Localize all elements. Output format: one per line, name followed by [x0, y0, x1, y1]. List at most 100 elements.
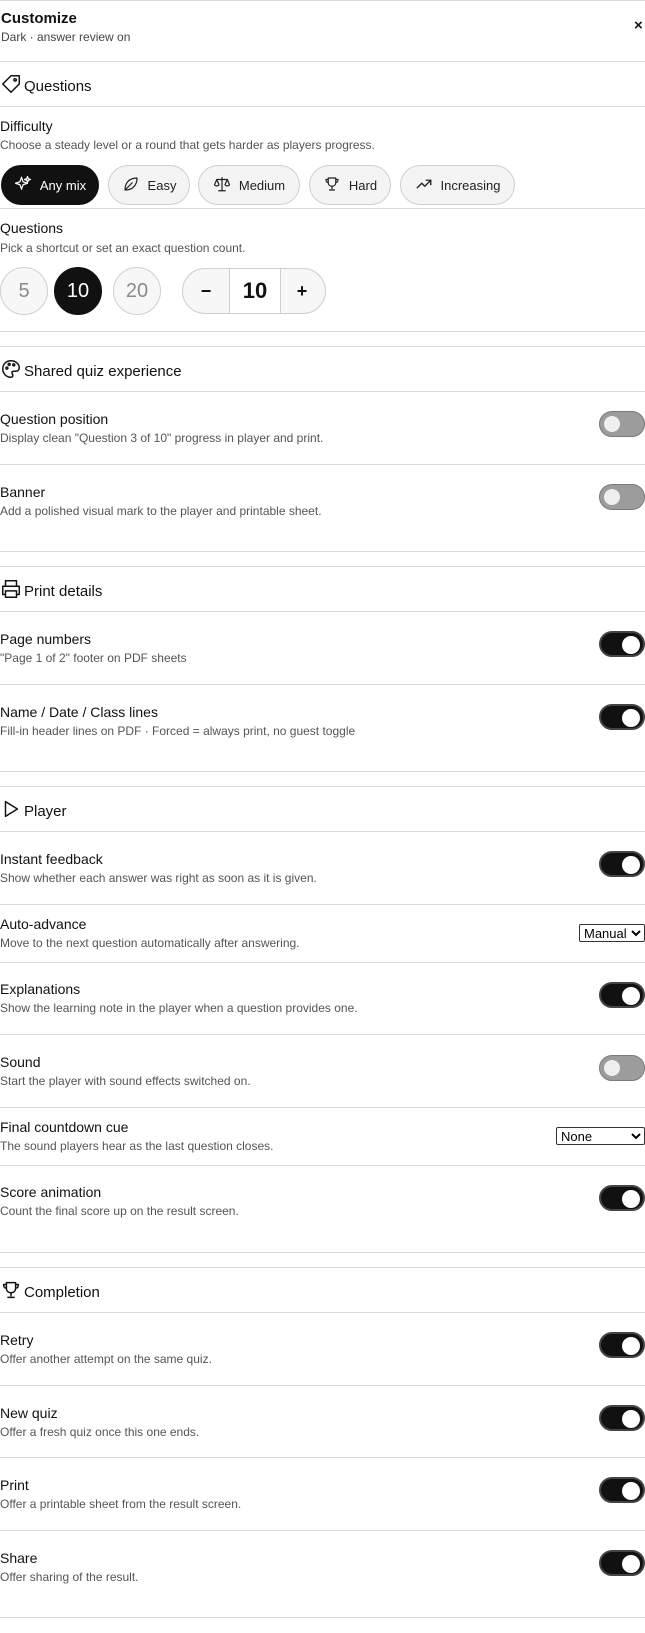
divider	[0, 962, 645, 963]
setting-label: Share	[0, 1550, 38, 1566]
trending-up-icon	[415, 175, 433, 196]
score-animation-toggle[interactable]	[599, 1185, 645, 1211]
divider	[0, 208, 645, 209]
section-completion: Completion	[0, 1279, 100, 1305]
play-icon	[0, 798, 22, 824]
setting-description: Display clean "Question 3 of 10" progres…	[0, 431, 324, 445]
setting-label: Auto-advance	[0, 916, 87, 932]
setting-description: "Page 1 of 2" footer on PDF sheets	[0, 651, 187, 665]
new-quiz-toggle[interactable]	[599, 1405, 645, 1431]
setting-description: Show whether each answer was right as so…	[0, 871, 317, 885]
divider	[0, 1252, 645, 1253]
trophy-icon	[0, 1279, 22, 1305]
print-toggle[interactable]	[599, 1477, 645, 1503]
page-numbers-toggle[interactable]	[599, 631, 645, 657]
increment-button[interactable]: +	[279, 269, 325, 313]
setting-description: Offer a fresh quiz once this one ends.	[0, 1425, 200, 1439]
divider	[0, 61, 645, 62]
divider	[0, 1385, 645, 1386]
name-lines-toggle[interactable]	[599, 704, 645, 730]
divider	[0, 831, 645, 832]
setting-label: Print	[0, 1477, 29, 1493]
setting-description: Count the final score up on the result s…	[0, 1204, 239, 1218]
count-shortcut-20[interactable]: 20	[113, 267, 161, 315]
setting-description: Add a polished visual mark to the player…	[0, 504, 322, 518]
quantity-stepper: − 10 +	[182, 268, 326, 314]
setting-label: Page numbers	[0, 631, 92, 647]
count-shortcut-10[interactable]: 10	[54, 267, 102, 315]
setting-label: Instant feedback	[0, 851, 103, 867]
explanations-toggle[interactable]	[599, 982, 645, 1008]
instant-feedback-toggle[interactable]	[599, 851, 645, 877]
count-shortcut-5[interactable]: 5	[0, 267, 48, 315]
difficulty-any-mix[interactable]: Any mix	[1, 165, 99, 205]
panel-subtitle: Dark · answer review on	[1, 30, 131, 44]
section-title: Print details	[24, 582, 103, 600]
trophy-icon	[323, 175, 341, 196]
divider	[0, 1530, 645, 1531]
setting-description: Show the learning note in the player whe…	[0, 1001, 358, 1015]
divider	[0, 566, 645, 567]
auto-advance-select[interactable]: Manual	[579, 924, 645, 942]
divider	[0, 391, 645, 392]
setting-label: Name / Date / Class lines	[0, 704, 158, 720]
divider	[0, 611, 645, 612]
chip-label: Hard	[348, 177, 378, 193]
divider	[0, 331, 645, 332]
divider	[0, 1457, 645, 1458]
difficulty-increasing[interactable]: Increasing	[400, 165, 515, 205]
section-title: Questions	[24, 77, 92, 95]
divider	[0, 106, 645, 107]
divider	[0, 1034, 645, 1035]
chip-label: Easy	[147, 177, 177, 193]
countdown-cue-select[interactable]: None	[556, 1127, 645, 1145]
setting-description: Offer sharing of the result.	[0, 1570, 139, 1584]
question-position-toggle[interactable]	[599, 411, 645, 437]
divider	[0, 464, 645, 465]
divider	[0, 1267, 645, 1268]
setting-label: Question position	[0, 411, 109, 427]
sound-toggle[interactable]	[599, 1055, 645, 1081]
share-toggle[interactable]	[599, 1550, 645, 1576]
question-count-label: Questions	[0, 220, 64, 236]
difficulty-medium[interactable]: Medium	[198, 165, 300, 205]
retry-toggle[interactable]	[599, 1332, 645, 1358]
divider	[0, 771, 645, 772]
setting-label: Score animation	[0, 1184, 102, 1200]
chip-label: Medium	[238, 177, 286, 193]
divider	[0, 684, 645, 685]
section-title: Player	[24, 802, 67, 820]
setting-description: Offer another attempt on the same quiz.	[0, 1352, 212, 1366]
section-title: Shared quiz experience	[24, 362, 182, 380]
question-count-value[interactable]: 10	[229, 269, 281, 313]
section-shared: Shared quiz experience	[0, 358, 182, 384]
scale-icon	[213, 175, 231, 196]
divider	[0, 1165, 645, 1166]
difficulty-easy[interactable]: Easy	[108, 165, 190, 205]
leaf-icon	[122, 175, 140, 196]
section-player: Player	[0, 798, 67, 824]
close-button[interactable]: ×	[634, 17, 643, 34]
setting-label: New quiz	[0, 1405, 58, 1421]
divider	[0, 786, 645, 787]
banner-toggle[interactable]	[599, 484, 645, 510]
panel-title: Customize	[1, 10, 77, 27]
setting-description: Offer a printable sheet from the result …	[0, 1497, 242, 1511]
divider	[0, 1107, 645, 1108]
decrement-button[interactable]: −	[183, 269, 229, 313]
printer-icon	[0, 578, 22, 604]
section-questions: Questions	[0, 73, 92, 99]
chip-label: Increasing	[440, 177, 501, 193]
setting-label: Banner	[0, 484, 46, 500]
setting-description: Fill-in header lines on PDF · Forced = a…	[0, 724, 356, 738]
difficulty-description: Choose a steady level or a round that ge…	[0, 138, 375, 152]
divider	[0, 1312, 645, 1313]
setting-description: Start the player with sound effects swit…	[0, 1074, 251, 1088]
sparkles-icon	[14, 175, 32, 196]
setting-label: Sound	[0, 1054, 41, 1070]
setting-description: The sound players hear as the last quest…	[0, 1139, 274, 1153]
setting-label: Final countdown cue	[0, 1119, 129, 1135]
section-print: Print details	[0, 578, 102, 604]
difficulty-hard[interactable]: Hard	[309, 165, 391, 205]
divider	[0, 551, 645, 552]
